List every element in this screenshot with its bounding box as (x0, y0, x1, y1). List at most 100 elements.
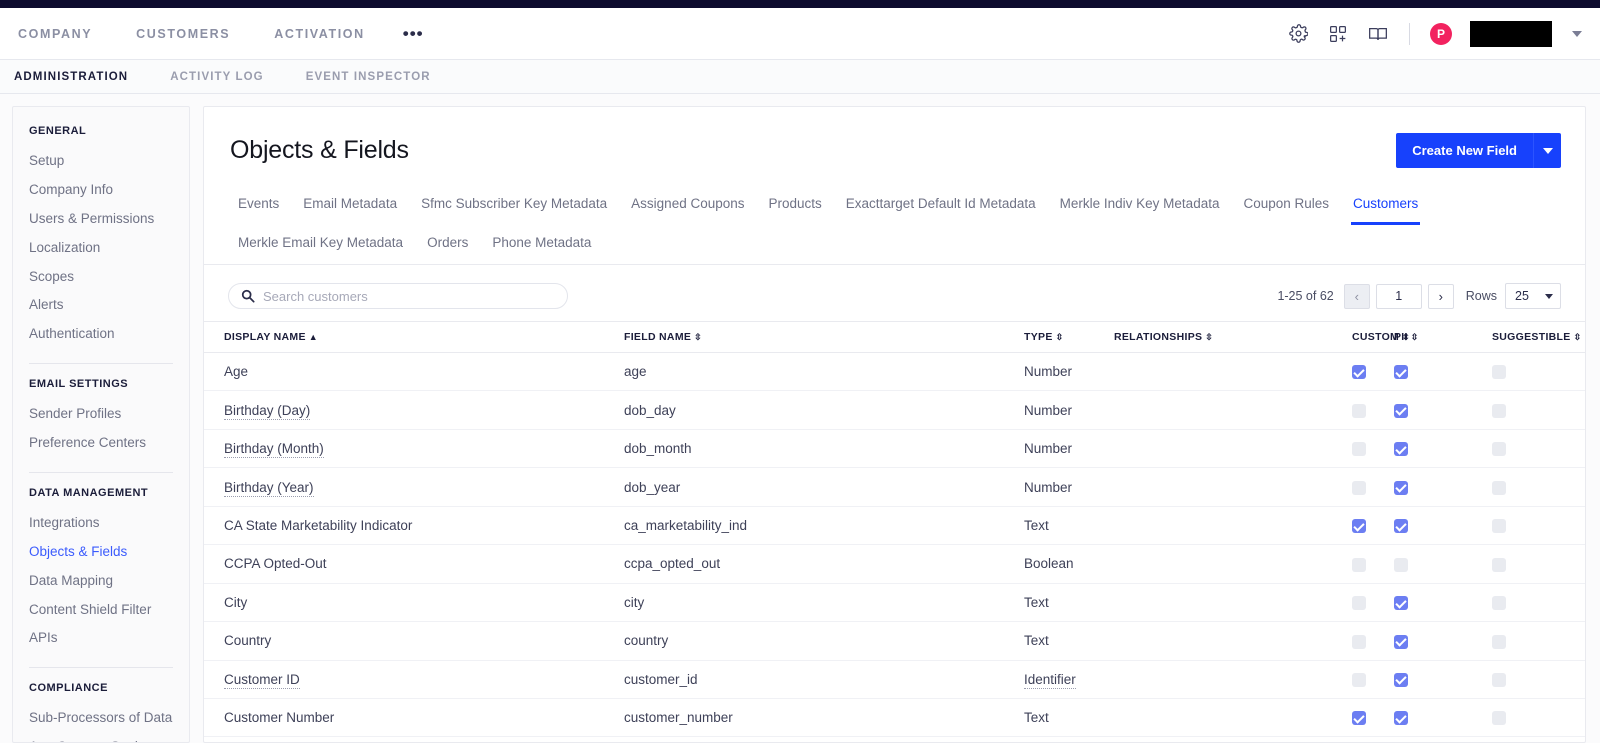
pii-checkbox[interactable] (1394, 403, 1408, 418)
custom-checkbox[interactable] (1352, 403, 1366, 418)
tab-email-metadata[interactable]: Email Metadata (291, 186, 409, 225)
create-new-field-dropdown-button[interactable] (1533, 133, 1561, 168)
sidebar-item-app-consent-settings[interactable]: App Consent Settings (29, 733, 173, 742)
sidebar-item-content-shield-filter[interactable]: Content Shield Filter (29, 596, 173, 625)
table-row[interactable]: Country country Text (204, 621, 1585, 661)
table-row[interactable]: Customer Number customer_number Text (204, 698, 1585, 738)
sidebar-item-integrations[interactable]: Integrations (29, 509, 173, 538)
suggestible-checkbox[interactable] (1492, 672, 1506, 687)
sidebar-item-data-mapping[interactable]: Data Mapping (29, 567, 173, 596)
custom-checkbox[interactable] (1352, 365, 1366, 380)
suggestible-checkbox[interactable] (1492, 596, 1506, 611)
custom-checkbox[interactable] (1352, 596, 1366, 611)
type-tooltip-text[interactable]: Identifier (1024, 671, 1076, 689)
tab-products[interactable]: Products (757, 186, 834, 225)
tab-customers[interactable]: Customers (1341, 186, 1430, 225)
subnav-item-event-inspector[interactable]: EVENT INSPECTOR (284, 71, 451, 83)
sidebar-item-apis[interactable]: APIs (29, 624, 173, 653)
sidebar-item-users-permissions[interactable]: Users & Permissions (29, 205, 173, 234)
search-box[interactable] (228, 283, 568, 309)
chevron-down-icon[interactable] (1572, 30, 1582, 37)
apps-add-icon[interactable] (1327, 23, 1349, 45)
sidebar-item-scopes[interactable]: Scopes (29, 263, 173, 292)
suggestible-checkbox[interactable] (1492, 442, 1506, 457)
prev-page-button[interactable]: ‹ (1343, 283, 1370, 309)
display-name-tooltip-text[interactable]: Customer ID (224, 671, 300, 689)
sidebar-item-localization[interactable]: Localization (29, 234, 173, 263)
tab-orders[interactable]: Orders (415, 225, 480, 264)
tab-phone-metadata[interactable]: Phone Metadata (480, 225, 603, 264)
nav-item-activation[interactable]: ACTIVATION (252, 21, 387, 47)
page-number-input[interactable] (1375, 283, 1422, 309)
sidebar-item-setup[interactable]: Setup (29, 147, 173, 176)
display-name-tooltip-text[interactable]: Birthday (Day) (224, 402, 311, 420)
table-row[interactable]: Birthday (Year) dob_year Number (204, 467, 1585, 507)
pii-checkbox[interactable] (1394, 480, 1408, 495)
display-name-tooltip-text[interactable]: Birthday (Month) (224, 441, 324, 459)
nav-item-company[interactable]: COMPANY (14, 21, 114, 47)
suggestible-checkbox[interactable] (1492, 711, 1506, 726)
nav-item-customers[interactable]: CUSTOMERS (114, 21, 252, 47)
subnav-item-activity-log[interactable]: ACTIVITY LOG (148, 71, 284, 83)
suggestible-checkbox[interactable] (1492, 480, 1506, 495)
custom-checkbox[interactable] (1352, 480, 1366, 495)
tab-assigned-coupons[interactable]: Assigned Coupons (619, 186, 756, 225)
search-input[interactable] (263, 288, 557, 304)
custom-checkbox[interactable] (1352, 519, 1366, 534)
custom-checkbox[interactable] (1352, 711, 1366, 726)
pii-checkbox[interactable] (1394, 634, 1408, 649)
table-row[interactable]: Birthday (Month) dob_month Number (204, 429, 1585, 469)
create-new-field-button[interactable]: Create New Field (1396, 133, 1533, 168)
pii-checkbox[interactable] (1394, 519, 1408, 534)
tab-exacttarget-default-id-metadata[interactable]: Exacttarget Default Id Metadata (834, 186, 1048, 225)
table-row[interactable]: Customer ID customer_id Identifier (204, 660, 1585, 699)
custom-checkbox[interactable] (1352, 557, 1366, 572)
pii-checkbox[interactable] (1394, 442, 1408, 457)
avatar[interactable]: P (1430, 22, 1452, 45)
sidebar-item-sender-profiles[interactable]: Sender Profiles (29, 400, 173, 429)
column-header-type[interactable]: TYPE ⇳ (1024, 321, 1114, 353)
rows-per-page-select[interactable]: 25 (1505, 283, 1561, 309)
table-row[interactable]: Customer Sourcedata_sourceText (204, 736, 1585, 742)
gear-icon[interactable] (1287, 23, 1309, 45)
sidebar-item-authentication[interactable]: Authentication (29, 320, 173, 349)
table-row[interactable]: City city Text (204, 583, 1585, 623)
column-header-suggestible[interactable]: SUGGESTIBLE ⇳ (1484, 321, 1585, 353)
pii-checkbox[interactable] (1394, 711, 1408, 726)
sidebar-item-alerts[interactable]: Alerts (29, 291, 173, 320)
pii-checkbox[interactable] (1394, 557, 1408, 572)
table-row[interactable]: CCPA Opted-Out ccpa_opted_out Boolean (204, 544, 1585, 584)
suggestible-checkbox[interactable] (1492, 519, 1506, 534)
column-header-relationships[interactable]: RELATIONSHIPS ⇳ (1114, 321, 1284, 353)
tab-sfmc-subscriber-key-metadata[interactable]: Sfmc Subscriber Key Metadata (409, 186, 619, 225)
sidebar-item-sub-processors[interactable]: Sub-Processors of Data (29, 704, 173, 733)
custom-checkbox[interactable] (1352, 442, 1366, 457)
suggestible-checkbox[interactable] (1492, 557, 1506, 572)
column-header-display-name[interactable]: DISPLAY NAME ▲ (204, 321, 624, 353)
next-page-button[interactable]: › (1427, 283, 1454, 309)
nav-overflow-icon[interactable]: ••• (387, 25, 440, 42)
suggestible-checkbox[interactable] (1492, 634, 1506, 649)
pii-checkbox[interactable] (1394, 672, 1408, 687)
suggestible-checkbox[interactable] (1492, 403, 1506, 418)
tab-events[interactable]: Events (226, 186, 291, 225)
tab-merkle-email-key-metadata[interactable]: Merkle Email Key Metadata (226, 225, 415, 264)
column-header-custom[interactable]: CUSTOM⇳ (1284, 321, 1410, 353)
sidebar-item-preference-centers[interactable]: Preference Centers (29, 429, 173, 458)
pii-checkbox[interactable] (1394, 596, 1408, 611)
custom-checkbox[interactable] (1352, 672, 1366, 687)
custom-checkbox[interactable] (1352, 634, 1366, 649)
sidebar-item-company-info[interactable]: Company Info (29, 176, 173, 205)
column-header-pii[interactable]: PII ⇳ (1384, 321, 1484, 353)
suggestible-checkbox[interactable] (1492, 365, 1506, 380)
subnav-item-administration[interactable]: ADMINISTRATION (14, 71, 148, 83)
sidebar-item-objects-fields[interactable]: Objects & Fields (29, 538, 173, 567)
pii-checkbox[interactable] (1394, 365, 1408, 380)
display-name-tooltip-text[interactable]: Birthday (Year) (224, 479, 314, 497)
tab-coupon-rules[interactable]: Coupon Rules (1231, 186, 1341, 225)
tab-merkle-indiv-key-metadata[interactable]: Merkle Indiv Key Metadata (1048, 186, 1232, 225)
table-row[interactable]: Age age Number (204, 352, 1585, 392)
table-row[interactable]: CA State Marketability Indicator ca_marke… (204, 506, 1585, 546)
table-row[interactable]: Birthday (Day) dob_day Number (204, 390, 1585, 430)
book-icon[interactable] (1367, 23, 1389, 45)
